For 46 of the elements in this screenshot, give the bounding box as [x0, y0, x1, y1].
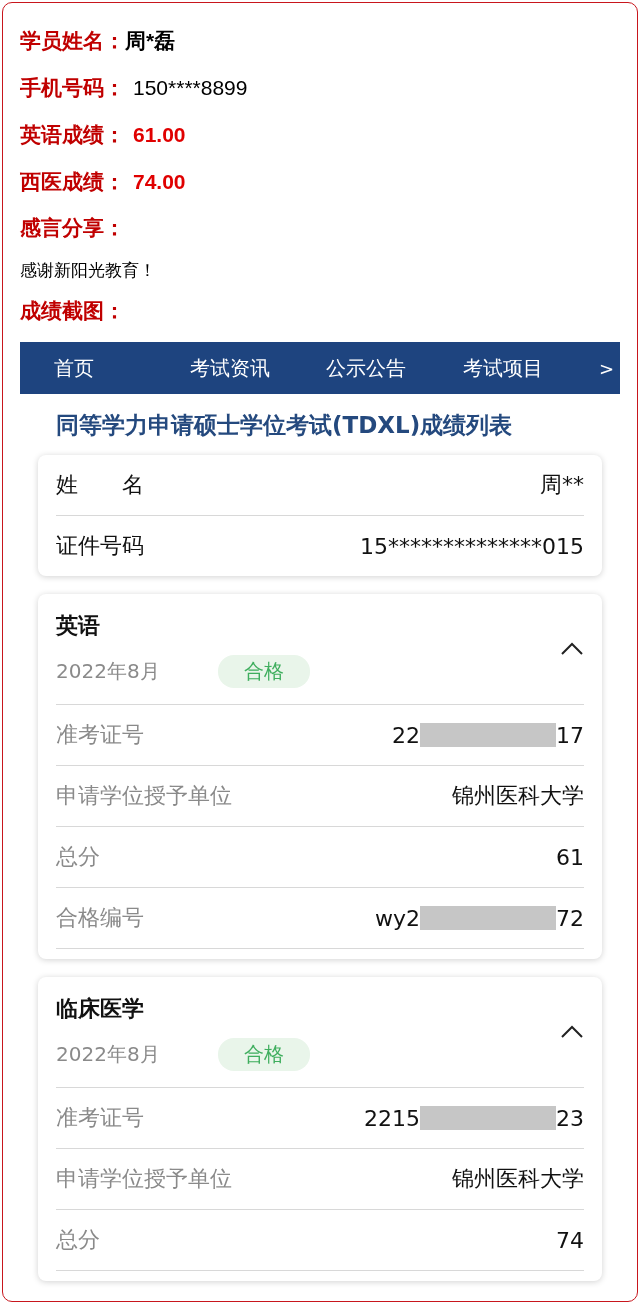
field-value: 74.00: [133, 169, 186, 194]
more-arrow[interactable]: >: [598, 357, 615, 379]
field-label: 手机号码：: [20, 74, 125, 102]
row-value: 15**************015: [360, 533, 584, 559]
row-label: 总分: [56, 1226, 100, 1254]
row-value: 锦州医科大学: [452, 1165, 584, 1193]
chevron-up-icon[interactable]: [560, 1025, 584, 1039]
nav-link[interactable]: 考试项目: [462, 351, 599, 385]
chevron-up-icon[interactable]: [560, 642, 584, 656]
row-value: 72: [556, 905, 584, 931]
row-value: 61: [556, 844, 584, 870]
field-label: 西医成绩：: [20, 168, 125, 196]
row-value: 22: [392, 722, 420, 748]
comment-text: 感谢新阳光教育！: [20, 258, 156, 282]
row-label: 合格编号: [56, 904, 144, 932]
row-value: 周**: [540, 471, 584, 499]
nav-link[interactable]: 公示公告: [326, 351, 463, 385]
row-label: 证件号码: [56, 532, 144, 560]
field-value: 150****8899: [133, 75, 248, 100]
field-value: 61.00: [133, 122, 186, 147]
field-label: 感言分享：: [20, 214, 125, 242]
row-label: 准考证号: [56, 721, 144, 749]
row-label: 姓 名: [56, 471, 144, 499]
row-value: wy2: [375, 905, 420, 931]
field-label: 英语成绩：: [20, 121, 125, 149]
subject-name: 英语: [56, 611, 101, 640]
nav-link[interactable]: 首页: [54, 351, 191, 385]
row-value: 锦州医科大学: [452, 782, 584, 810]
row-value: 23: [556, 1105, 584, 1131]
field-value: 周*磊: [125, 27, 176, 54]
exam-date: 2022年8月: [56, 657, 161, 685]
exam-date: 2022年8月: [56, 1040, 161, 1068]
subject-name: 临床医学: [56, 994, 145, 1023]
field-label: 成绩截图：: [20, 298, 125, 325]
status-badge: 合格: [218, 654, 310, 688]
row-value: 17: [556, 722, 584, 748]
row-label: 准考证号: [56, 1104, 144, 1132]
page-title: 同等学力申请硕士学位考试(TDXL)成绩列表: [55, 411, 514, 440]
row-label: 申请学位授予单位: [56, 782, 232, 810]
row-value: 74: [556, 1227, 584, 1253]
nav-link[interactable]: 考试资讯: [190, 351, 327, 385]
row-label: 申请学位授予单位: [56, 1165, 232, 1193]
field-label: 学员姓名：: [20, 27, 125, 55]
row-value: 2215: [364, 1105, 420, 1131]
status-badge: 合格: [218, 1037, 310, 1071]
row-label: 总分: [56, 843, 100, 871]
